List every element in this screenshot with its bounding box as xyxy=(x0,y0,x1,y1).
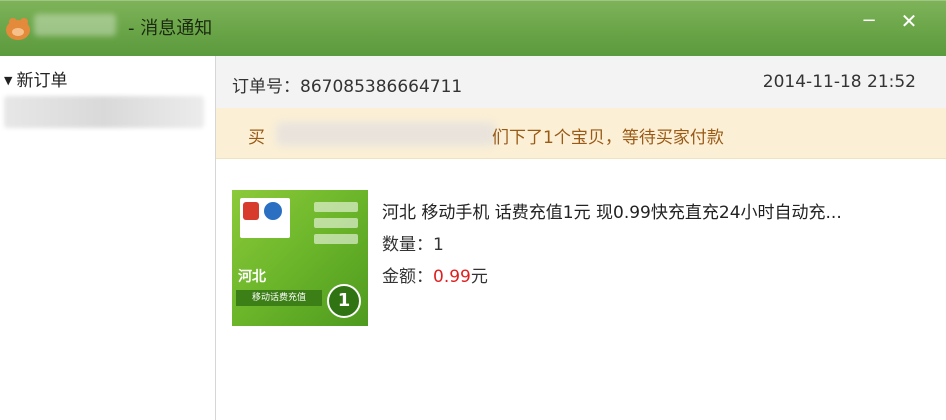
quantity-value: 1 xyxy=(433,235,444,255)
notice-prefix: 买 xyxy=(248,128,265,148)
minimize-icon[interactable]: − xyxy=(858,10,880,32)
sidebar-item-blurred[interactable] xyxy=(4,96,204,128)
blurred-account-name xyxy=(34,14,116,36)
order-timestamp: 2014-11-18 21:52 xyxy=(762,72,916,92)
order-header: 订单号：867085386664711 2014-11-18 21:52 xyxy=(216,56,946,109)
order-number-value: 867085386664711 xyxy=(300,77,463,97)
china-mobile-logo-icon xyxy=(264,202,282,220)
close-icon[interactable]: ✕ xyxy=(898,10,920,32)
product-quantity: 数量：1 xyxy=(382,230,444,255)
sidebar-group-label: 新订单 xyxy=(16,71,68,91)
sidebar-group-new-orders[interactable]: ▼ 新订单 xyxy=(4,66,67,91)
quantity-label: 数量： xyxy=(382,235,433,255)
window-title: - 消息通知 xyxy=(128,18,213,39)
price-value: 0.99 xyxy=(433,267,471,287)
title-bar: - 消息通知 − ✕ xyxy=(0,0,946,56)
thumb-strip: 移动话费充值 xyxy=(236,290,322,306)
thumb-province: 河北 xyxy=(238,269,266,285)
sidebar: ▼ 新订单 xyxy=(0,56,216,420)
olympic-logo-icon xyxy=(243,202,259,220)
order-number: 订单号：867085386664711 xyxy=(232,72,462,97)
order-number-label: 订单号： xyxy=(232,77,300,97)
notice-banner: 买 们下了1个宝贝，等待买家付款 xyxy=(216,108,946,159)
price-unit: 元 xyxy=(470,267,488,287)
amount-label: 金额： xyxy=(382,267,433,287)
app-logo-icon xyxy=(4,12,32,42)
notice-text: 们下了1个宝贝，等待买家付款 xyxy=(492,128,724,148)
thumb-decor xyxy=(314,234,358,244)
product-title-link[interactable]: 河北 移动手机 话费充值1元 现0.99快充直充24小时自动充... xyxy=(382,198,902,223)
blurred-buyer-name xyxy=(276,122,496,146)
thumb-decor xyxy=(314,202,358,212)
product-amount: 金额：0.99元 xyxy=(382,262,488,287)
caret-down-icon: ▼ xyxy=(4,74,13,87)
product-thumbnail[interactable]: 河北 移动话费充值 1 xyxy=(232,190,368,326)
thumb-decor xyxy=(314,218,358,228)
thumb-denomination: 1 xyxy=(327,284,361,318)
